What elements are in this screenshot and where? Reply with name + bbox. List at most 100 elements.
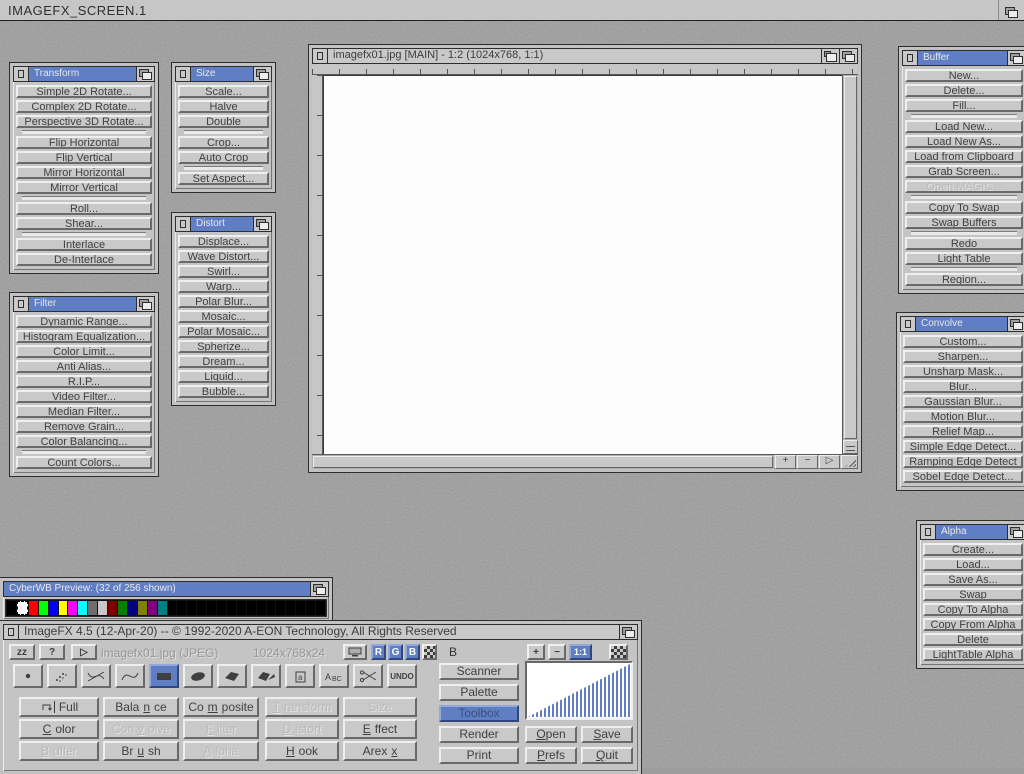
panel-button[interactable]: Roll... bbox=[16, 202, 152, 215]
resize-handle[interactable] bbox=[841, 455, 858, 469]
curve-tool[interactable] bbox=[115, 664, 145, 688]
panel-button[interactable]: Double bbox=[178, 115, 269, 128]
panel-toggle-icon[interactable] bbox=[843, 440, 858, 454]
panel-button[interactable]: Delete... bbox=[905, 84, 1023, 97]
panel-button[interactable]: Dynamic Range... bbox=[16, 315, 152, 328]
palette-swatch[interactable] bbox=[168, 601, 177, 615]
palette-swatch[interactable] bbox=[296, 601, 305, 615]
palette-swatch[interactable] bbox=[68, 601, 77, 615]
dither-preview-button[interactable] bbox=[609, 644, 628, 660]
palette-swatch[interactable] bbox=[207, 601, 216, 615]
play-button[interactable]: ▷ bbox=[71, 644, 97, 660]
alpha-dither-toggle[interactable] bbox=[422, 644, 437, 660]
brush-button[interactable]: Brush bbox=[103, 741, 179, 761]
panel-button[interactable]: Scale... bbox=[178, 85, 269, 98]
panel-button[interactable]: Polar Mosaic... bbox=[178, 325, 269, 338]
panel-button[interactable]: Flip Horizontal bbox=[16, 136, 152, 149]
vertical-scrollbar[interactable] bbox=[843, 75, 858, 440]
panel-button[interactable]: Crop... bbox=[178, 136, 269, 149]
panel-button[interactable]: LightTable Alpha bbox=[923, 648, 1023, 661]
panel-button[interactable]: Copy To Swap bbox=[905, 201, 1023, 214]
palette-swatch[interactable] bbox=[197, 601, 206, 615]
palette-swatch[interactable] bbox=[227, 601, 236, 615]
open-button[interactable]: Open bbox=[525, 726, 577, 743]
panel-button[interactable]: Fill... bbox=[905, 99, 1023, 112]
panel-button[interactable]: Grab Screen... bbox=[905, 165, 1023, 178]
palette-swatch[interactable] bbox=[286, 601, 295, 615]
panel-button[interactable]: Spherize... bbox=[178, 340, 269, 353]
line-tool[interactable] bbox=[81, 664, 111, 688]
panel-button[interactable]: Sharpen... bbox=[903, 350, 1023, 363]
close-icon[interactable] bbox=[14, 297, 29, 311]
zoom-out-button[interactable]: − bbox=[548, 644, 566, 660]
depth-icon[interactable] bbox=[1007, 525, 1024, 539]
palette-swatch[interactable] bbox=[17, 601, 28, 615]
panel-button[interactable]: Auto Crop bbox=[178, 151, 269, 164]
panel-button[interactable]: Mosaic... bbox=[178, 310, 269, 323]
effect-button[interactable]: Effect bbox=[343, 719, 417, 739]
depth-icon[interactable] bbox=[136, 297, 154, 311]
palette-swatch[interactable] bbox=[118, 601, 127, 615]
zoom-in-button[interactable]: + bbox=[527, 644, 545, 660]
green-channel-toggle[interactable]: G bbox=[388, 644, 403, 660]
point-tool[interactable] bbox=[13, 664, 43, 688]
depth-icon[interactable] bbox=[136, 67, 154, 81]
horizontal-scrollbar[interactable] bbox=[312, 455, 774, 469]
palette-swatch[interactable] bbox=[177, 601, 186, 615]
palette-swatch[interactable] bbox=[49, 601, 58, 615]
panel-button[interactable]: Delete bbox=[923, 633, 1023, 646]
polygon-tool[interactable] bbox=[217, 664, 247, 688]
text-tool[interactable]: A BC bbox=[319, 664, 349, 688]
palette-swatch[interactable] bbox=[78, 601, 87, 615]
panel-button[interactable]: Interlace bbox=[16, 238, 152, 251]
panel-button[interactable]: Wave Distort... bbox=[178, 250, 269, 263]
palette-button[interactable]: Palette bbox=[439, 684, 519, 701]
close-icon[interactable] bbox=[903, 51, 918, 65]
red-channel-toggle[interactable]: R bbox=[371, 644, 386, 660]
close-icon[interactable] bbox=[176, 217, 191, 231]
zoom-out-button[interactable]: − bbox=[797, 455, 818, 469]
panel-button[interactable]: Copy To Alpha bbox=[923, 603, 1023, 616]
close-icon[interactable] bbox=[14, 67, 29, 81]
depth-icon[interactable] bbox=[253, 217, 271, 231]
panel-button[interactable]: Load from Clipboard bbox=[905, 150, 1023, 163]
pan-button[interactable]: ▷ bbox=[819, 455, 840, 469]
fill-tool[interactable]: a bbox=[285, 664, 315, 688]
color-button[interactable]: Color bbox=[19, 719, 99, 739]
panel-button[interactable]: Remove Grain... bbox=[16, 420, 152, 433]
panel-button[interactable]: Color Limit... bbox=[16, 345, 152, 358]
panel-button[interactable]: Dream... bbox=[178, 355, 269, 368]
panel-button[interactable]: Polar Blur... bbox=[178, 295, 269, 308]
depth-icon[interactable] bbox=[1007, 51, 1024, 65]
scissors-tool[interactable] bbox=[353, 664, 383, 688]
panel-button[interactable]: Custom... bbox=[903, 335, 1023, 348]
panel-button[interactable]: Save As... bbox=[923, 573, 1023, 586]
panel-button[interactable]: R.I.P... bbox=[16, 375, 152, 388]
panel-button[interactable]: Load New... bbox=[905, 120, 1023, 133]
help-button[interactable]: ? bbox=[39, 644, 65, 660]
panel-button[interactable]: Create... bbox=[923, 543, 1023, 556]
horizontal-scroll-thumb[interactable] bbox=[313, 456, 773, 468]
blue-channel-toggle[interactable]: B bbox=[405, 644, 420, 660]
full-cycle-button[interactable]: Full bbox=[19, 697, 99, 717]
depth-icon[interactable] bbox=[310, 582, 328, 596]
panel-button[interactable]: Ramping Edge Detect bbox=[903, 455, 1023, 468]
palette-swatch[interactable] bbox=[98, 601, 107, 615]
save-button[interactable]: Save bbox=[581, 726, 633, 743]
panel-button[interactable]: Unsharp Mask... bbox=[903, 365, 1023, 378]
palette-swatch[interactable] bbox=[217, 601, 226, 615]
panel-button[interactable]: Blur... bbox=[903, 380, 1023, 393]
sleep-button[interactable]: zz bbox=[9, 644, 35, 660]
panel-button[interactable]: Displace... bbox=[178, 235, 269, 248]
palette-swatch[interactable] bbox=[108, 601, 117, 615]
panel-button[interactable]: Bubble... bbox=[178, 385, 269, 398]
palette-swatch[interactable] bbox=[267, 601, 276, 615]
palette-swatch[interactable] bbox=[158, 601, 167, 615]
scanner-button[interactable]: Scanner bbox=[439, 663, 519, 680]
panel-button[interactable]: Simple 2D Rotate... bbox=[16, 85, 152, 98]
panel-button[interactable]: Swirl... bbox=[178, 265, 269, 278]
hook-button[interactable]: Hook bbox=[265, 741, 339, 761]
close-icon[interactable] bbox=[901, 317, 916, 331]
palette-swatch[interactable] bbox=[59, 601, 68, 615]
zoom-gadget-icon[interactable] bbox=[821, 49, 839, 63]
